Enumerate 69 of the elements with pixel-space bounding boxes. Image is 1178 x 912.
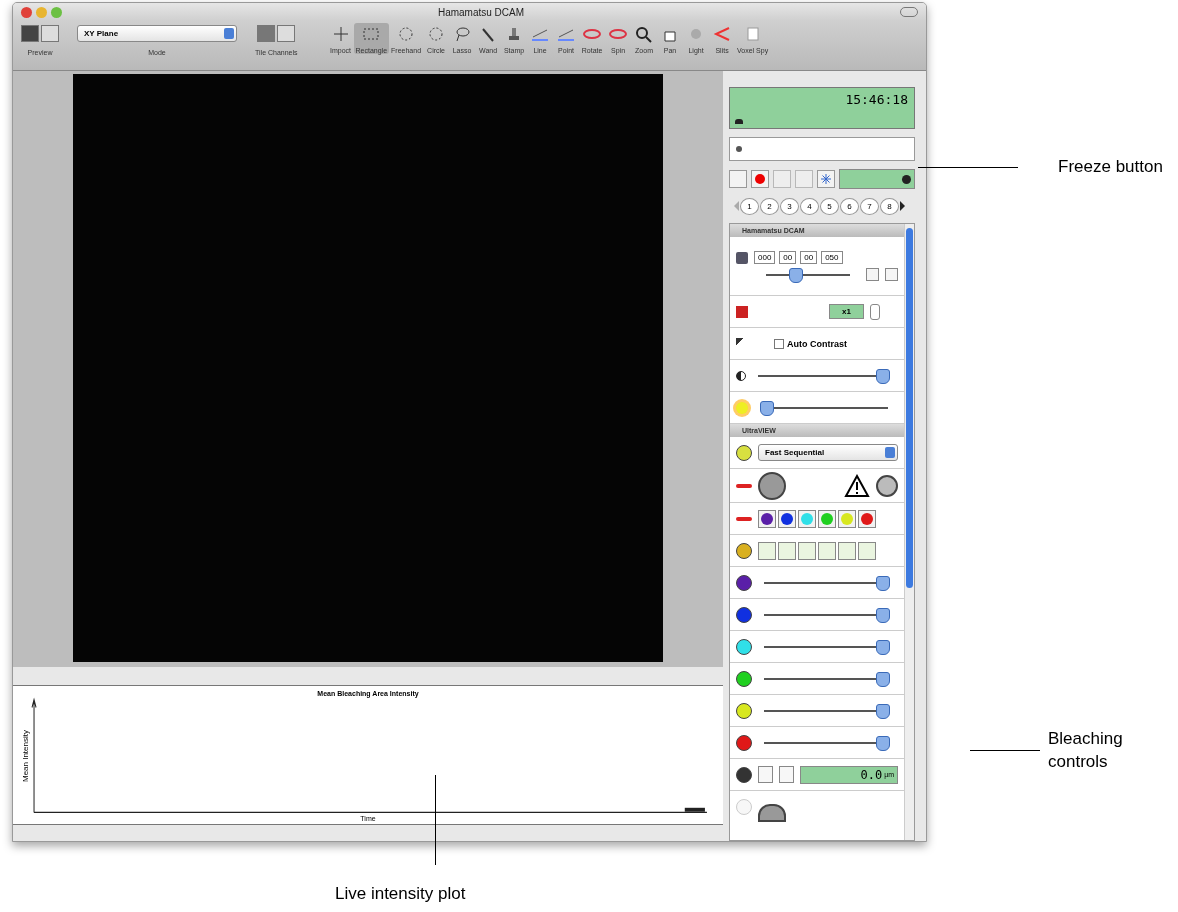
slider-thumb[interactable] — [875, 639, 890, 655]
slider-thumb[interactable] — [875, 703, 890, 719]
laser-icon — [736, 483, 752, 488]
auto-exposure-icon[interactable] — [885, 268, 898, 281]
channel-number-button[interactable]: 7 — [860, 197, 879, 215]
window-title: Hamamatsu DCAM — [436, 6, 526, 18]
filter-button[interactable] — [758, 541, 776, 560]
slider-thumb[interactable] — [875, 735, 890, 751]
tile-icon[interactable] — [277, 24, 296, 42]
slider-thumb[interactable] — [789, 267, 804, 283]
freeze-button[interactable] — [817, 170, 835, 188]
auto-contrast-checkbox[interactable]: Auto Contrast — [774, 338, 847, 349]
leader-line — [970, 750, 1040, 752]
warning-icon — [844, 473, 870, 498]
shutter-button[interactable] — [758, 804, 786, 822]
snowflake-icon — [820, 173, 832, 185]
filter-button[interactable] — [838, 541, 856, 560]
step-button[interactable] — [758, 766, 773, 783]
channel-number-button[interactable]: 6 — [840, 197, 859, 215]
channel-number-button[interactable]: 2 — [760, 197, 779, 215]
gain-icon — [736, 305, 748, 318]
channel-number-button[interactable]: 4 — [800, 197, 819, 215]
channel-number-button[interactable]: 8 — [880, 197, 899, 215]
laser-icon — [736, 516, 752, 521]
resize-icon[interactable] — [866, 268, 879, 281]
exposure-field[interactable]: 00 — [779, 251, 797, 264]
channel-number-button[interactable]: 1 — [740, 197, 759, 215]
axis-label: Mean Intensity — [21, 730, 30, 782]
filter-button[interactable] — [858, 541, 876, 560]
lock-button[interactable] — [876, 474, 898, 497]
stepper-control[interactable] — [870, 303, 880, 320]
exposure-field[interactable]: 00 — [800, 251, 818, 264]
close-button[interactable] — [21, 6, 32, 18]
status-icon — [736, 798, 752, 815]
shutter-button[interactable] — [758, 471, 786, 500]
clock-display: 15:46:18 — [729, 87, 915, 129]
callout-label: Freeze button — [1058, 156, 1164, 178]
contrast-icon — [736, 370, 746, 381]
lamp-icon — [736, 444, 752, 461]
laser-line-button[interactable] — [778, 509, 796, 528]
record-button[interactable] — [751, 170, 769, 188]
channel-number-button[interactable]: 5 — [820, 197, 839, 215]
slider-thumb[interactable] — [760, 400, 775, 416]
callout-label: Bleaching controls — [1048, 728, 1124, 773]
slider-thumb[interactable] — [875, 607, 890, 623]
callout-label: Live intensity plot — [335, 884, 466, 904]
scrollbar[interactable] — [904, 224, 914, 840]
filter-button[interactable] — [818, 541, 836, 560]
focus-icon — [736, 766, 752, 783]
exposure-field[interactable]: 000 — [754, 251, 776, 264]
camera-icon — [736, 251, 748, 264]
mode-dropdown[interactable]: Fast Sequential — [758, 444, 898, 461]
laser-line-button[interactable] — [758, 509, 776, 528]
filter-icon — [736, 542, 752, 559]
slider-thumb[interactable] — [875, 575, 890, 591]
slider-thumb[interactable] — [875, 671, 890, 687]
slider-thumb[interactable] — [875, 368, 890, 384]
laser-line-button[interactable] — [858, 509, 876, 528]
preview-icon[interactable] — [21, 24, 39, 42]
filter-button[interactable] — [778, 541, 796, 560]
step-button[interactable] — [779, 766, 794, 783]
brightness-icon — [736, 401, 748, 414]
tile-icon[interactable] — [257, 24, 276, 42]
filter-button[interactable] — [798, 541, 816, 560]
gain-field[interactable]: x1 — [829, 304, 864, 319]
folder-button[interactable] — [729, 170, 747, 188]
channel-number-button[interactable]: 3 — [780, 197, 799, 215]
mode-dropdown[interactable]: XY Plane — [77, 24, 237, 42]
exposure-field[interactable]: 050 — [821, 251, 843, 264]
